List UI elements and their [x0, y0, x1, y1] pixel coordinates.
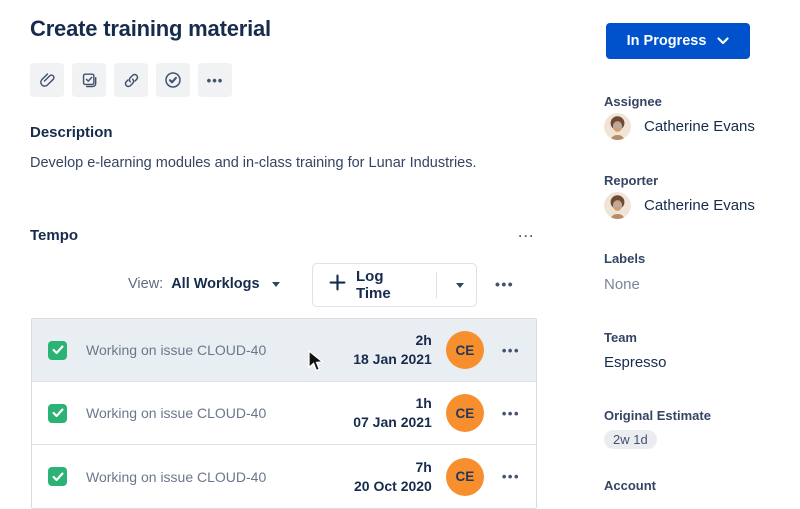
log-time-dropdown-caret[interactable] [456, 283, 464, 288]
assignee-label: Assignee [604, 94, 662, 109]
toolbar-more-button[interactable]: ••• [495, 277, 514, 291]
team-label: Team [604, 330, 637, 345]
account-label: Account [604, 478, 656, 493]
log-time-button[interactable]: Log Time [312, 263, 477, 307]
worklog-more-button[interactable]: ••• [502, 344, 520, 357]
worklog-hours: 1h [353, 394, 432, 413]
check-circle-icon [163, 70, 183, 90]
checklist-icon [80, 71, 99, 90]
worklog-description: Working on issue CLOUD-40 [86, 342, 266, 358]
worklog-hours: 2h [353, 331, 432, 350]
paperclip-icon [38, 71, 57, 90]
worklog-time-date: 2h 18 Jan 2021 [353, 331, 432, 369]
original-estimate-badge: 2w 1d [604, 430, 657, 449]
description-text: Develop e-learning modules and in-class … [30, 155, 477, 171]
worklog-row[interactable]: Working on issue CLOUD-40 7h 20 Oct 2020… [32, 445, 536, 508]
avatar: CE [446, 394, 484, 432]
worklog-time-date: 1h 07 Jan 2021 [353, 394, 432, 432]
worklog-date: 18 Jan 2021 [353, 350, 432, 369]
link-button[interactable] [114, 63, 148, 97]
button-divider [436, 272, 437, 298]
original-estimate-label: Original Estimate [604, 408, 711, 423]
worklog-date: 20 Oct 2020 [354, 477, 432, 496]
view-filter-dropdown[interactable]: View: All Worklogs [128, 276, 280, 292]
more-actions-button[interactable]: ••• [198, 63, 232, 97]
plus-icon [329, 274, 346, 296]
assignee-name: Catherine Evans [644, 118, 755, 135]
attachment-button[interactable] [30, 63, 64, 97]
status-label: In Progress [627, 33, 707, 49]
worklog-row[interactable]: Working on issue CLOUD-40 2h 18 Jan 2021… [32, 319, 536, 382]
labels-value[interactable]: None [604, 276, 640, 293]
avatar: CE [446, 458, 484, 496]
worklog-time-date: 7h 20 Oct 2020 [354, 458, 432, 496]
labels-label: Labels [604, 251, 645, 266]
worklog-description: Working on issue CLOUD-40 [86, 469, 266, 485]
tempo-panel-header: Tempo ··· [30, 227, 535, 244]
worklog-checkbox-checked[interactable] [48, 341, 67, 360]
link-icon [122, 71, 141, 90]
reporter-value[interactable]: Catherine Evans [604, 192, 755, 219]
worklog-list: Working on issue CLOUD-40 2h 18 Jan 2021… [31, 318, 537, 509]
assignee-value[interactable]: Catherine Evans [604, 113, 755, 140]
tempo-more-button[interactable]: ··· [519, 230, 536, 242]
view-value: All Worklogs [171, 276, 259, 292]
view-label: View: [128, 276, 163, 292]
worklog-more-button[interactable]: ••• [502, 407, 520, 420]
description-heading: Description [30, 124, 113, 141]
worklog-checkbox-checked[interactable] [48, 467, 67, 486]
chevron-down-icon [717, 33, 729, 49]
approval-button[interactable] [156, 63, 190, 97]
reporter-name: Catherine Evans [644, 197, 755, 214]
status-dropdown-button[interactable]: In Progress [606, 23, 750, 59]
tempo-title: Tempo [30, 227, 78, 244]
user-avatar-icon [604, 192, 631, 219]
page-title: Create training material [30, 16, 271, 42]
reporter-label: Reporter [604, 173, 658, 188]
worklog-description: Working on issue CLOUD-40 [86, 405, 266, 421]
caret-down-icon [272, 282, 280, 287]
user-avatar-icon [604, 113, 631, 140]
log-time-label: Log Time [356, 268, 422, 302]
worklog-checkbox-checked[interactable] [48, 404, 67, 423]
worklog-date: 07 Jan 2021 [353, 413, 432, 432]
issue-action-bar: ••• [30, 63, 232, 97]
avatar: CE [446, 331, 484, 369]
team-value[interactable]: Espresso [604, 354, 667, 371]
worklog-row[interactable]: Working on issue CLOUD-40 1h 07 Jan 2021… [32, 382, 536, 445]
subtasks-button[interactable] [72, 63, 106, 97]
worklog-hours: 7h [354, 458, 432, 477]
worklog-more-button[interactable]: ••• [502, 470, 520, 483]
ellipsis-icon: ••• [207, 73, 224, 88]
